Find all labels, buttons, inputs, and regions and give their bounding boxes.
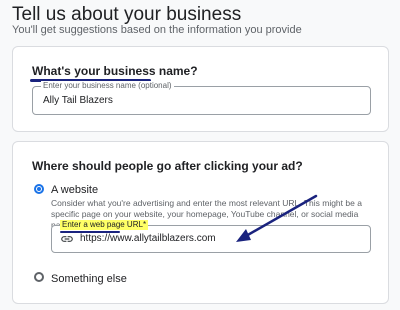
business-name-field-label: Enter your business name (optional) — [41, 81, 174, 91]
website-option-label[interactable]: A website — [51, 184, 98, 196]
link-icon — [61, 236, 73, 242]
url-field-label: Enter a web page URL* — [60, 220, 149, 230]
page-title: Tell us about your business — [12, 4, 242, 25]
something-else-option-label[interactable]: Something else — [51, 273, 127, 285]
business-name-question: What's your business name? — [32, 64, 198, 78]
website-radio[interactable] — [34, 184, 44, 194]
business-name-value: Ally Tail Blazers — [43, 95, 113, 106]
url-field[interactable]: Enter a web page URL* https://www.allyta… — [51, 220, 371, 253]
page-subtitle: You'll get suggestions based on the info… — [12, 24, 302, 36]
business-name-card: What's your business name? Enter your bu… — [12, 46, 389, 132]
destination-question: Where should people go after clicking yo… — [32, 159, 303, 173]
something-else-radio[interactable] — [34, 272, 44, 282]
url-value: https://www.allytailblazers.com — [80, 233, 216, 244]
business-name-field[interactable]: Enter your business name (optional) Ally… — [32, 81, 371, 115]
destination-card: Where should people go after clicking yo… — [12, 141, 389, 304]
